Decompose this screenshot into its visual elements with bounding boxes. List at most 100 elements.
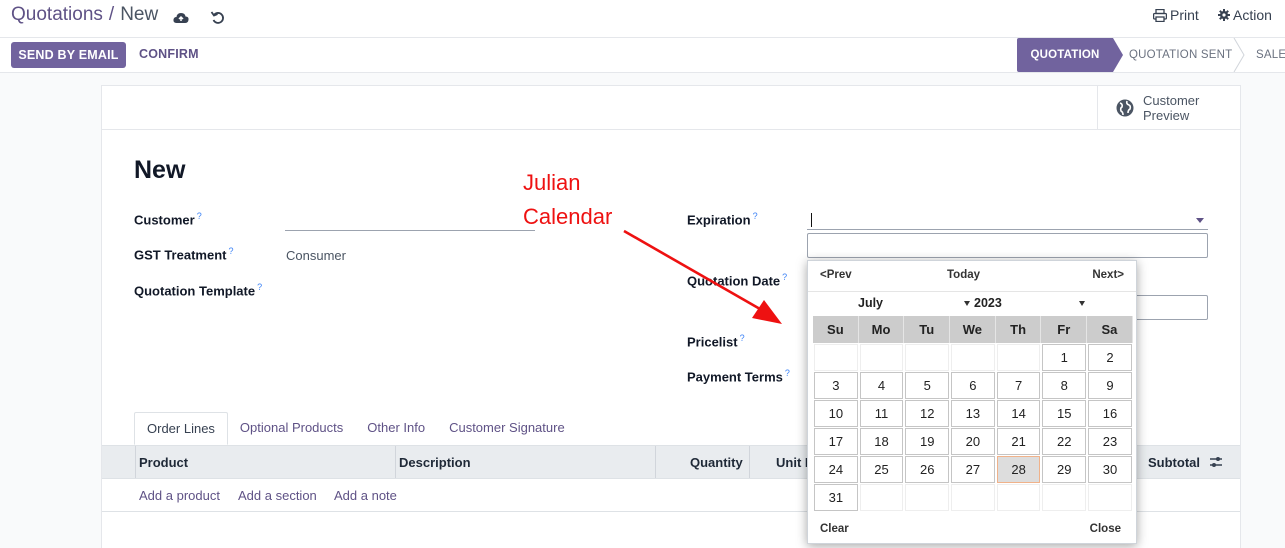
customer-preview-button[interactable]: Customer Preview	[1097, 86, 1240, 130]
calendar-day[interactable]: 25	[859, 456, 904, 483]
calendar-day[interactable]: 7	[996, 372, 1041, 399]
weekday-header-cell: Mo	[859, 316, 905, 343]
status-quotation[interactable]: QUOTATION	[1017, 38, 1123, 72]
add-note-link[interactable]: Add a note	[334, 488, 397, 503]
tab-order-lines[interactable]: Order Lines	[134, 412, 228, 445]
calendar-week-row: 24 25 26 27 28 29 30	[813, 456, 1133, 483]
text-cursor	[811, 213, 812, 227]
optional-columns-icon[interactable]	[1209, 455, 1223, 469]
calendar-day[interactable]: 24	[814, 456, 858, 483]
add-section-link[interactable]: Add a section	[238, 488, 317, 503]
calendar-week-row: 3456789	[813, 372, 1133, 399]
calendar-week-row: 10 11 12 13 14 15 16	[813, 400, 1133, 427]
calendar-day[interactable]: 12	[905, 400, 950, 427]
calendar-day[interactable]: 13	[951, 400, 995, 427]
calendar-day[interactable]: 18	[859, 428, 904, 455]
calendar-day[interactable]: 29	[1042, 456, 1087, 483]
help-icon[interactable]: ?	[257, 282, 262, 292]
quotation-date-input[interactable]	[1136, 295, 1208, 320]
calendar-day[interactable]: 17	[814, 428, 858, 455]
help-icon[interactable]: ?	[197, 211, 202, 221]
prev-month-button[interactable]: <Prev	[820, 269, 852, 281]
close-button[interactable]: Close	[1090, 523, 1121, 535]
calendar-day[interactable]: 27	[951, 456, 995, 483]
help-icon[interactable]: ?	[740, 333, 745, 343]
top-bar: Quotations / New Print Action	[0, 0, 1285, 38]
customer-input[interactable]	[285, 230, 535, 231]
status-sales[interactable]: SALES	[1256, 38, 1285, 72]
payment-terms-label: Payment Terms?	[687, 368, 790, 385]
date-text-box[interactable]	[807, 233, 1208, 258]
discard-icon[interactable]	[209, 9, 227, 27]
month-caret-icon[interactable]	[964, 301, 970, 306]
customer-preview-label: Customer Preview	[1143, 93, 1200, 123]
calendar-day[interactable]: 5	[905, 372, 950, 399]
column-divider	[655, 446, 656, 478]
tab-other-info[interactable]: Other Info	[355, 412, 437, 445]
calendar-day[interactable]: 2	[1088, 344, 1132, 371]
year-caret-icon[interactable]	[1079, 301, 1085, 306]
calendar-day[interactable]: 14	[996, 400, 1041, 427]
annotation-line-1: Julian	[523, 170, 581, 195]
today-button[interactable]: Today	[947, 269, 980, 281]
month-select[interactable]: July	[858, 296, 883, 314]
clear-button[interactable]: Clear	[820, 523, 849, 535]
dropdown-caret-icon[interactable]	[1196, 218, 1204, 223]
calendar-day[interactable]: 22	[1042, 428, 1087, 455]
datepicker-popup: <Prev Today Next> July 2023 Su Mo Tu We Th Fr…	[807, 260, 1137, 544]
column-quantity[interactable]: Quantity	[690, 446, 743, 478]
calendar-week-row: 17 18 19 20 21 22 23	[813, 428, 1133, 455]
calendar-day[interactable]: 3	[814, 372, 858, 399]
calendar-day[interactable]: 19	[905, 428, 950, 455]
column-description[interactable]: Description	[399, 446, 471, 478]
action-label: Action	[1233, 7, 1272, 23]
help-icon[interactable]: ?	[785, 368, 790, 378]
calendar-day[interactable]: 6	[951, 372, 995, 399]
calendar-day[interactable]: 10	[814, 400, 858, 427]
expiration-input[interactable]	[807, 229, 1208, 230]
calendar-day-selected[interactable]: 28	[996, 456, 1041, 483]
help-icon[interactable]: ?	[228, 246, 233, 256]
weekday-header-cell: Fr	[1041, 316, 1088, 343]
breadcrumb-quotations-link[interactable]: Quotations	[11, 4, 103, 26]
calendar-day[interactable]: 15	[1042, 400, 1087, 427]
calendar-day[interactable]: 9	[1088, 372, 1132, 399]
calendar-day[interactable]: 16	[1088, 400, 1132, 427]
calendar-empty-cell	[859, 344, 904, 371]
calendar-day[interactable]: 11	[859, 400, 904, 427]
confirm-button[interactable]: CONFIRM	[139, 47, 199, 61]
calendar-day[interactable]: 30	[1088, 456, 1132, 483]
calendar-day[interactable]: 31	[814, 484, 858, 511]
action-button[interactable]: Action	[1218, 7, 1272, 23]
column-subtotal[interactable]: Subtotal	[1148, 446, 1200, 478]
calendar-day[interactable]: 1	[1042, 344, 1087, 371]
cloud-save-icon[interactable]	[172, 9, 190, 27]
help-icon[interactable]: ?	[753, 211, 758, 221]
quotation-template-label: Quotation Template?	[134, 282, 263, 299]
divider	[808, 291, 1136, 292]
calendar-day[interactable]: 23	[1088, 428, 1132, 455]
calendar-empty-cell	[905, 484, 950, 511]
annotation-text: Julian Calendar	[523, 166, 612, 234]
calendar-day[interactable]: 20	[951, 428, 995, 455]
column-product[interactable]: Product	[139, 446, 188, 478]
tab-optional-products[interactable]: Optional Products	[228, 412, 355, 445]
next-month-button[interactable]: Next>	[1092, 269, 1124, 281]
add-product-link[interactable]: Add a product	[139, 488, 220, 503]
calendar-day[interactable]: 4	[859, 372, 904, 399]
weekday-header-cell: Tu	[904, 316, 951, 343]
annotation-arrow-icon	[623, 229, 782, 324]
print-button[interactable]: Print	[1153, 7, 1199, 23]
tab-customer-signature[interactable]: Customer Signature	[437, 412, 577, 445]
send-by-email-button[interactable]: SEND BY EMAIL	[11, 42, 126, 68]
calendar-empty-cell	[859, 484, 904, 511]
calendar-day[interactable]: 21	[996, 428, 1041, 455]
calendar-week-row: 31	[813, 484, 1133, 511]
gst-treatment-value[interactable]: Consumer	[286, 248, 346, 263]
calendar-day[interactable]: 26	[905, 456, 950, 483]
year-select[interactable]: 2023	[974, 296, 1002, 314]
expiration-label: Expiration?	[687, 211, 758, 228]
calendar-day[interactable]: 8	[1042, 372, 1087, 399]
calendar-empty-cell	[1042, 484, 1087, 511]
status-quotation-sent[interactable]: QUOTATION SENT	[1129, 38, 1232, 72]
